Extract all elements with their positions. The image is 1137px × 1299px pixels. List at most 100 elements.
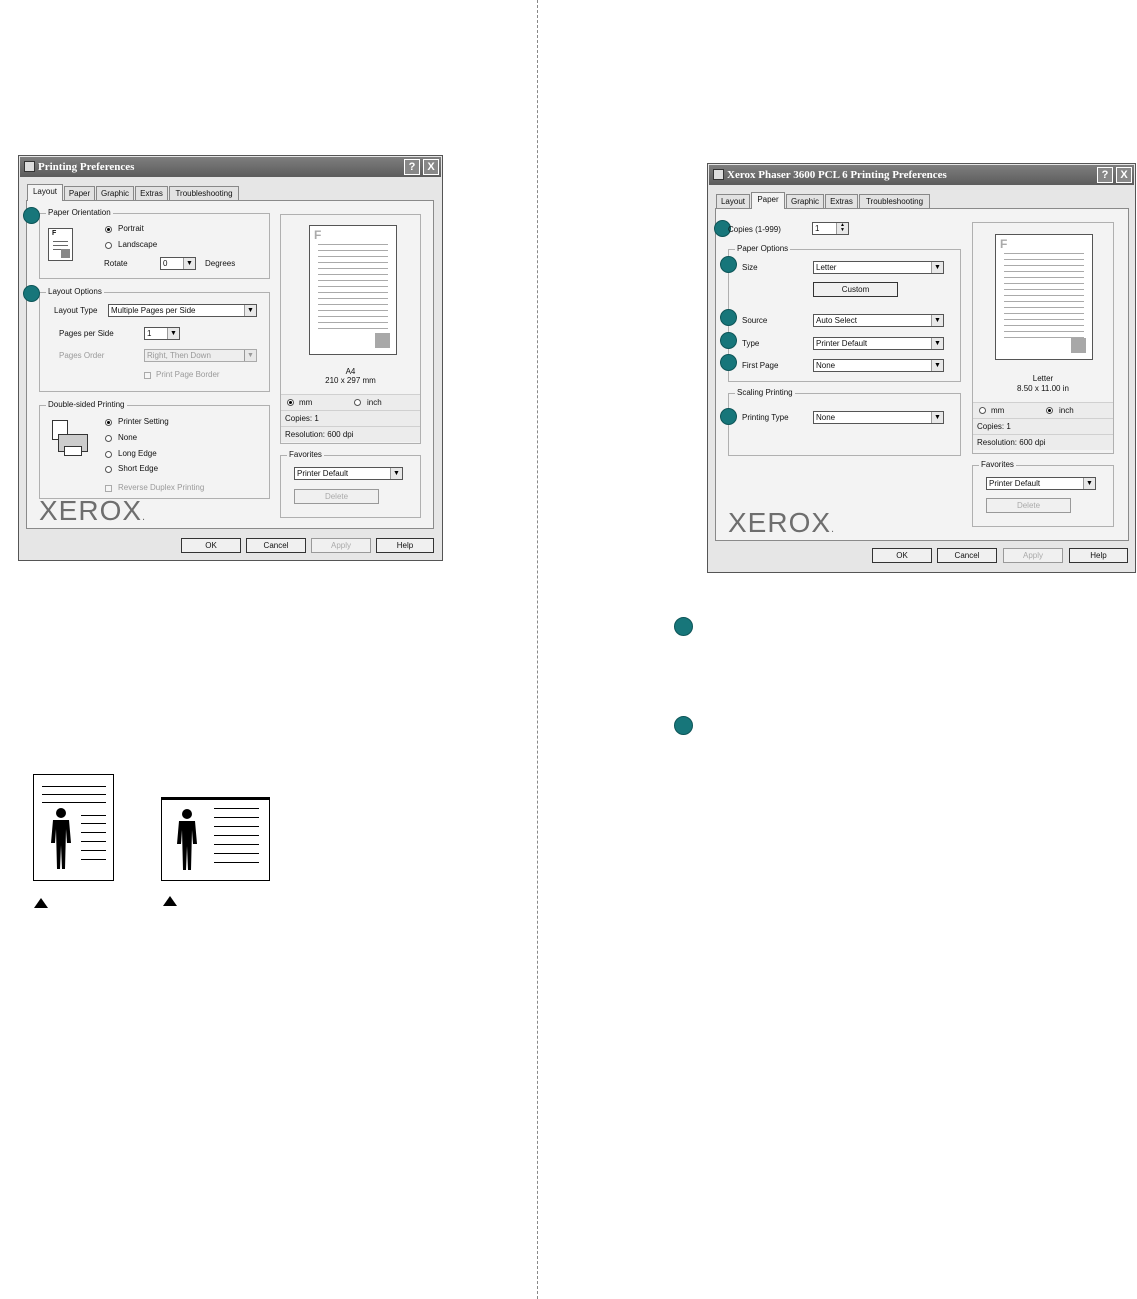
tab-layout[interactable]: Layout <box>716 194 750 208</box>
first-page-select[interactable]: None ▼ <box>813 359 944 372</box>
mm-label: mm <box>991 406 1005 415</box>
double-sided-group: Double-sided Printing Printer Setting No… <box>39 400 270 499</box>
delete-button[interactable]: Delete <box>986 498 1071 513</box>
help-button[interactable]: Help <box>376 538 434 553</box>
favorites-value: Printer Default <box>989 479 1041 488</box>
print-page-border-checkbox[interactable] <box>144 372 151 379</box>
tab-strip: Layout Paper Graphic Extras Troubleshoot… <box>27 184 257 201</box>
tab-graphic[interactable]: Graphic <box>786 194 824 208</box>
chevron-down-icon: ▼ <box>167 328 179 339</box>
portrait-illustration <box>33 774 114 881</box>
custom-button[interactable]: Custom <box>813 282 898 297</box>
printer-icon <box>713 169 724 180</box>
apply-button[interactable]: Apply <box>1003 548 1063 563</box>
printing-type-select[interactable]: None ▼ <box>813 411 944 424</box>
close-button[interactable]: X <box>1116 167 1132 183</box>
landscape-label: Landscape <box>118 240 158 249</box>
print-page-border-label: Print Page Border <box>156 370 220 379</box>
source-label: Source <box>742 316 768 325</box>
paper-dims: 8.50 x 11.00 in <box>1017 384 1069 393</box>
cancel-button[interactable]: Cancel <box>937 548 997 563</box>
degrees-label: Degrees <box>205 259 236 268</box>
ok-button[interactable]: OK <box>872 548 932 563</box>
type-select[interactable]: Printer Default ▼ <box>813 337 944 350</box>
page-preview: F <box>309 225 397 355</box>
tab-paper[interactable]: Paper <box>751 192 785 209</box>
tab-layout[interactable]: Layout <box>27 184 63 201</box>
pages-per-side-select[interactable]: 1 ▼ <box>144 327 180 340</box>
scaling-printing-group: Scaling Printing Printing Type None ▼ <box>720 388 961 456</box>
help-title-button[interactable]: ? <box>1097 167 1113 183</box>
layout-type-label: Layout Type <box>54 306 98 315</box>
printer-setting-radio[interactable] <box>105 419 112 426</box>
delete-button[interactable]: Delete <box>294 489 379 504</box>
apply-button[interactable]: Apply <box>311 538 371 553</box>
source-select[interactable]: Auto Select ▼ <box>813 314 944 327</box>
callout-badge-2 <box>674 716 693 735</box>
layout-type-select[interactable]: Multiple Pages per Side ▼ <box>108 304 257 317</box>
copies-spinner[interactable]: 1 ▲ ▼ <box>812 222 849 235</box>
printing-type-value: None <box>816 413 836 422</box>
printing-type-label: Printing Type <box>742 413 789 422</box>
pages-order-value: Right, Then Down <box>147 351 211 360</box>
first-page-value: None <box>816 361 836 370</box>
close-button[interactable]: X <box>423 159 439 175</box>
short-edge-radio[interactable] <box>105 466 112 473</box>
portrait-radio[interactable] <box>105 226 112 233</box>
document-icon: F <box>48 228 73 261</box>
long-edge-radio[interactable] <box>105 451 112 458</box>
pages-per-side-value: 1 <box>147 329 152 338</box>
dialog-title: Xerox Phaser 3600 PCL 6 Printing Prefere… <box>727 169 947 181</box>
chevron-down-icon: ▼ <box>1083 478 1095 489</box>
size-select[interactable]: Letter ▼ <box>813 261 944 274</box>
cancel-button[interactable]: Cancel <box>246 538 306 553</box>
tab-extras[interactable]: Extras <box>825 194 858 208</box>
tab-troubleshooting[interactable]: Troubleshooting <box>859 194 930 208</box>
mm-radio[interactable] <box>979 407 986 414</box>
xerox-printing-preferences-dialog: Xerox Phaser 3600 PCL 6 Printing Prefere… <box>707 163 1136 573</box>
tab-extras[interactable]: Extras <box>135 186 168 200</box>
layout-type-value: Multiple Pages per Side <box>111 306 196 315</box>
rotate-value: 0 <box>163 259 168 268</box>
chevron-down-icon: ▼ <box>931 360 943 371</box>
favorites-select[interactable]: Printer Default ▼ <box>294 467 403 480</box>
paper-dims: 210 x 297 mm <box>325 376 376 385</box>
group-label: Favorites <box>979 460 1016 470</box>
long-edge-label: Long Edge <box>118 449 157 458</box>
favorites-select[interactable]: Printer Default ▼ <box>986 477 1096 490</box>
ok-button[interactable]: OK <box>181 538 241 553</box>
xerox-logo: XEROX. <box>728 507 836 538</box>
mm-radio[interactable] <box>287 399 294 406</box>
inch-radio[interactable] <box>354 399 361 406</box>
tab-graphic[interactable]: Graphic <box>96 186 134 200</box>
spinner-arrows-icon[interactable]: ▲ ▼ <box>836 223 848 234</box>
pages-order-select[interactable]: Right, Then Down ▼ <box>144 349 257 362</box>
first-page-label: First Page <box>742 361 779 370</box>
help-title-button[interactable]: ? <box>404 159 420 175</box>
preview-group: F Letter 8.50 x 11.00 in mm inch Copies:… <box>972 222 1114 454</box>
triangle-icon <box>34 898 48 908</box>
help-button[interactable]: Help <box>1069 548 1128 563</box>
inch-radio[interactable] <box>1046 407 1053 414</box>
callout-badge-2 <box>720 256 737 273</box>
reverse-duplex-checkbox[interactable] <box>105 485 112 492</box>
landscape-illustration <box>161 797 270 881</box>
landscape-radio[interactable] <box>105 242 112 249</box>
callout-badge-1 <box>23 207 40 224</box>
type-value: Printer Default <box>816 339 868 348</box>
logo-text: XEROX <box>39 495 143 526</box>
portrait-label: Portrait <box>118 224 144 233</box>
pages-order-label: Pages Order <box>59 351 105 360</box>
source-value: Auto Select <box>816 316 857 325</box>
title-bar: Printing Preferences ? X <box>20 157 441 177</box>
rotate-select[interactable]: 0 ▼ <box>160 257 196 270</box>
none-radio[interactable] <box>105 435 112 442</box>
resolution-info: Resolution: 600 dpi <box>973 434 1113 450</box>
none-label: None <box>118 433 138 442</box>
callout-badge-5 <box>720 354 737 371</box>
tab-paper[interactable]: Paper <box>64 186 95 200</box>
reverse-duplex-label: Reverse Duplex Printing <box>118 483 205 492</box>
favorites-group: Favorites Printer Default ▼ Delete <box>972 460 1114 527</box>
tab-troubleshooting[interactable]: Troubleshooting <box>169 186 239 200</box>
xerox-logo: XEROX. <box>39 495 147 526</box>
